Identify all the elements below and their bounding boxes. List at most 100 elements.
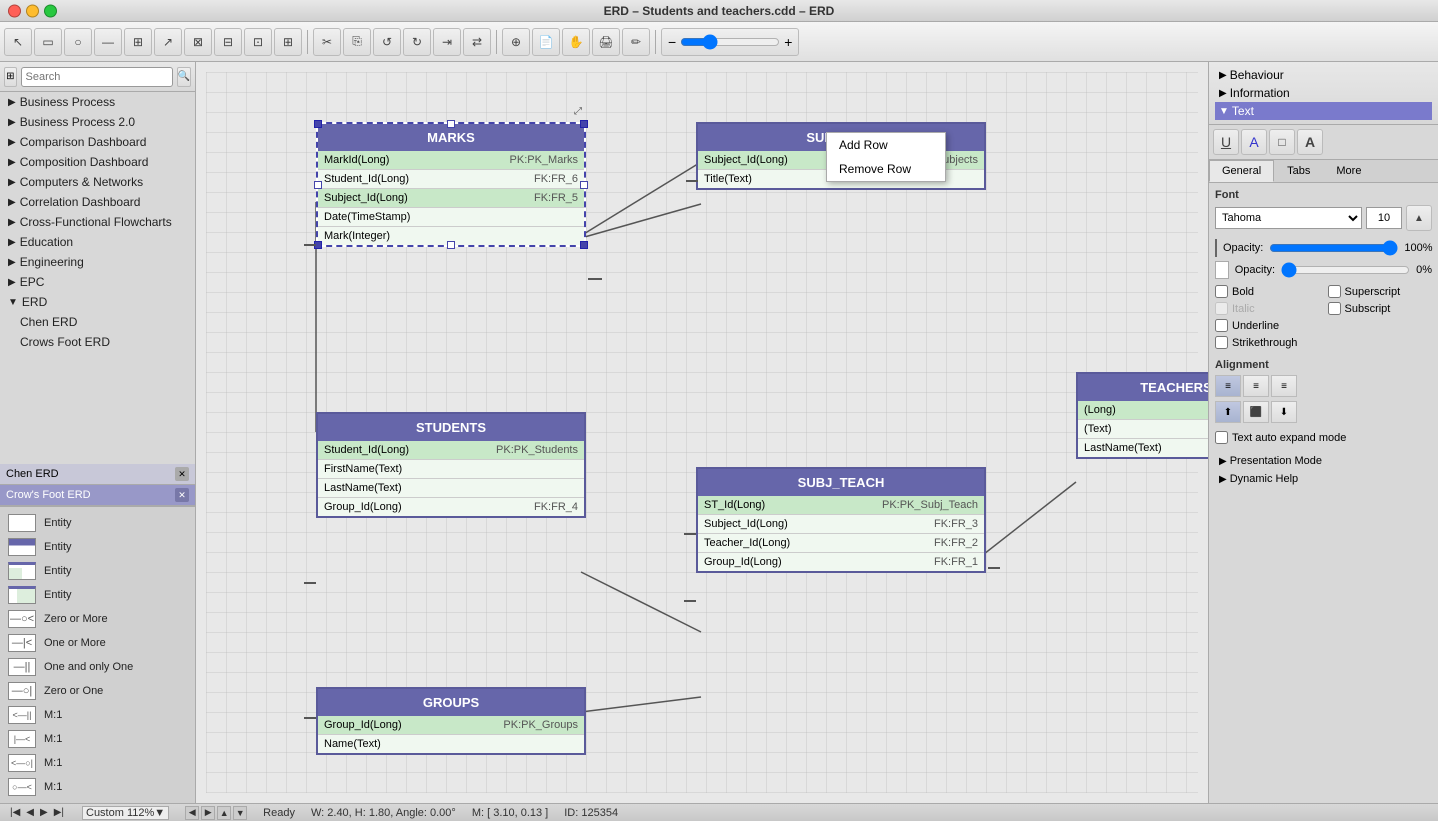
page-last-btn[interactable]: ▶| [52,807,66,818]
table-marks-row-1[interactable]: MarkId(Long) PK:PK_Marks [318,151,584,170]
page-prev-btn[interactable]: ◀ [24,807,36,818]
text-bgcolor-btn[interactable]: □ [1269,129,1295,155]
sidebar-item-composition[interactable]: ▶ Composition Dashboard [0,152,195,172]
tool6[interactable]: ⊠ [184,28,212,56]
sidebar-item-computers[interactable]: ▶ Computers & Networks [0,172,195,192]
align-bottom-btn[interactable]: ⬇ [1271,401,1297,423]
table-teachers[interactable]: TEACHERS (Long) PK:PK_Te... (Text) LastN… [1076,372,1208,459]
table-subj-teach-row-4[interactable]: Group_Id(Long) FK:FR_1 [698,553,984,571]
table-students-row-4[interactable]: Group_Id(Long) FK:FR_4 [318,498,584,516]
tool7[interactable]: ⊟ [214,28,242,56]
connect-tool[interactable]: ↗ [154,28,182,56]
text-color-btn[interactable]: A [1241,129,1267,155]
sidebar-item-comparison[interactable]: ▶ Comparison Dashboard [0,132,195,152]
table-teachers-row-1[interactable]: (Long) PK:PK_Te... [1078,401,1208,420]
italic-checkbox[interactable] [1215,302,1228,315]
close-button[interactable] [8,4,21,17]
zoom-slider[interactable] [680,34,780,50]
element-entity-1[interactable]: Entity [0,511,195,535]
tree-item-behaviour[interactable]: ▶ Behaviour [1215,66,1432,84]
text-underline-btn[interactable]: U [1213,129,1239,155]
tool9[interactable]: ⊞ [274,28,302,56]
rect-tool[interactable]: ▭ [34,28,62,56]
font-family-select[interactable]: Tahoma [1215,207,1362,229]
table-subj-teach[interactable]: SUBJ_TEACH ST_Id(Long) PK:PK_Subj_Teach … [696,467,986,573]
element-zero-one[interactable]: —○| Zero or One [0,679,195,703]
tree-item-information[interactable]: ▶ Information [1215,84,1432,102]
element-m1a[interactable]: <—|| M:1 [0,703,195,727]
zoom-dropdown-icon[interactable]: ▼ [154,807,165,819]
zoom-fit[interactable]: ⊕ [502,28,530,56]
element-entity-3[interactable]: Entity [0,559,195,583]
table-groups-row-1[interactable]: Group_Id(Long) PK:PK_Groups [318,716,584,735]
text-auto-expand-checkbox[interactable] [1215,431,1228,444]
align-left-btn[interactable]: ≡ [1215,375,1241,397]
tab-close-chen[interactable]: ✕ [175,467,189,481]
print-tool[interactable]: 🖨 [592,28,620,56]
pen-tool[interactable]: ✏ [622,28,650,56]
window-controls[interactable] [8,4,57,17]
align-top-btn[interactable]: ⬆ [1215,401,1241,423]
oval-tool[interactable]: ○ [64,28,92,56]
sidebar-item-engineering[interactable]: ▶ Engineering [0,252,195,272]
strikethrough-checkbox[interactable] [1215,336,1228,349]
table-tool[interactable]: ⊞ [124,28,152,56]
table-marks-row-4[interactable]: Date(TimeStamp) [318,208,584,227]
zoom-plus-icon[interactable]: + [784,34,792,50]
hand-tool[interactable]: ✋ [562,28,590,56]
tab-tabs[interactable]: Tabs [1274,160,1323,182]
table-students[interactable]: STUDENTS Student_Id(Long) PK:PK_Students… [316,412,586,518]
line-tool[interactable]: — [94,28,122,56]
tool15[interactable]: ⇄ [463,28,491,56]
font-size-input[interactable] [1366,207,1402,229]
scroll-down-btn[interactable]: ▼ [233,806,247,820]
align-right-btn[interactable]: ≡ [1271,375,1297,397]
table-subj-teach-row-3[interactable]: Teacher_Id(Long) FK:FR_2 [698,534,984,553]
maximize-button[interactable] [44,4,57,17]
zoom-minus-icon[interactable]: − [668,34,676,50]
page-next-btn[interactable]: ▶ [38,807,50,818]
scroll-right-btn[interactable]: ▶ [201,806,215,820]
copy-tool[interactable]: ⎘ [343,28,371,56]
search-button[interactable]: 🔍 [177,67,191,87]
table-groups[interactable]: GROUPS Group_Id(Long) PK:PK_Groups Name(… [316,687,586,755]
context-remove-row[interactable]: Remove Row [827,157,945,181]
sidebar-item-erd[interactable]: ▼ ERD [0,292,195,312]
tool14[interactable]: ⇥ [433,28,461,56]
select-tool[interactable]: ↖ [4,28,32,56]
opacity2-slider[interactable] [1281,262,1410,278]
superscript-checkbox[interactable] [1328,285,1341,298]
table-marks[interactable]: ⤢ MARKS MarkId(Long) PK:PK_Marks Student… [316,122,586,247]
table-teachers-row-2[interactable]: (Text) [1078,420,1208,439]
cut-tool[interactable]: ✂ [313,28,341,56]
align-middle-btn[interactable]: ⬛ [1243,401,1269,423]
table-marks-row-3[interactable]: Subject_Id(Long) FK:FR_5 [318,189,584,208]
tab-general[interactable]: General [1209,160,1274,182]
opacity1-slider[interactable] [1269,240,1398,256]
tab-more[interactable]: More [1323,160,1374,182]
element-entity-2[interactable]: Entity [0,535,195,559]
table-students-row-3[interactable]: LastName(Text) [318,479,584,498]
sidebar-item-cross-functional[interactable]: ▶ Cross-Functional Flowcharts [0,212,195,232]
text-size-btn[interactable]: A [1297,129,1323,155]
zoom-select-bar[interactable]: Custom 112% ▼ [82,806,169,820]
sidebar-item-correlation[interactable]: ▶ Correlation Dashboard [0,192,195,212]
scroll-left-btn[interactable]: ◀ [185,806,199,820]
bold-checkbox[interactable] [1215,285,1228,298]
canvas[interactable]: ⤢ MARKS MarkId(Long) PK:PK_Marks Student… [206,72,1198,793]
tab-close-crows-foot[interactable]: ✕ [175,488,189,502]
table-students-row-2[interactable]: FirstName(Text) [318,460,584,479]
sidebar-item-crows-foot[interactable]: Crows Foot ERD [0,332,195,352]
element-one-more[interactable]: —|< One or More [0,631,195,655]
table-subj-teach-row-2[interactable]: Subject_Id(Long) FK:FR_3 [698,515,984,534]
sidebar-item-education[interactable]: ▶ Education [0,232,195,252]
element-zero-more[interactable]: —○< Zero or More [0,607,195,631]
table-students-row-1[interactable]: Student_Id(Long) PK:PK_Students [318,441,584,460]
tool8[interactable]: ⊡ [244,28,272,56]
context-add-row[interactable]: Add Row [827,133,945,157]
zoom-page[interactable]: 📄 [532,28,560,56]
table-subj-teach-row-1[interactable]: ST_Id(Long) PK:PK_Subj_Teach [698,496,984,515]
table-teachers-row-3[interactable]: LastName(Text) [1078,439,1208,457]
color1-box[interactable] [1215,239,1217,257]
element-m1c[interactable]: <—○| M:1 [0,751,195,775]
